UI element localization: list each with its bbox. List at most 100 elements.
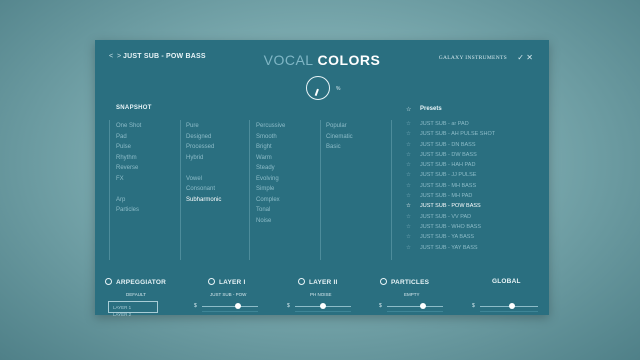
snapshot-knob[interactable] [306,76,330,100]
star-icon[interactable]: ☆ [406,201,420,211]
snapshot-tag-item[interactable]: Arp [116,195,141,206]
preset-list-item[interactable]: ☆ JUST SUB - WHO BASS [406,222,495,232]
snapshot-tag-item[interactable]: FX [116,174,141,185]
arp-layer1-button[interactable]: LAYER 1 [109,302,134,310]
snapshot-tag-item[interactable]: Percussive [256,121,285,132]
snapshot-tag-item[interactable]: Particles [116,205,141,216]
snapshot-tag-item[interactable]: Bright [256,142,285,153]
snapshot-tag-item[interactable]: Basic [326,142,353,153]
presets-list: ☆ JUST SUB - ar PAD ☆ JUST SUB - AH PULSE S… [406,119,495,253]
slider-thumb[interactable] [320,303,326,309]
layer1-section[interactable]: LAYER I [208,278,245,286]
star-icon[interactable]: ☆ [406,106,411,113]
snapshot-tag-item[interactable]: Processed [186,142,221,153]
preset-list-item[interactable]: ☆ JUST SUB - YAY BASS [406,243,495,253]
slider-underline [202,311,258,312]
snapshot-tag-item[interactable]: Pulse [116,142,141,153]
brand-logo: GALAXY INSTRUMENTS [438,55,507,61]
snapshot-tag-item[interactable]: Pure [186,121,221,132]
particles-preset[interactable]: EMPTY [404,292,420,297]
preset-label: JUST SUB - DN BASS [420,141,476,148]
preset-list-item[interactable]: ☆ JUST SUB - HAH PAD [406,160,495,170]
snapshot-tag-item[interactable]: Smooth [256,132,285,143]
snapshot-tag-item[interactable]: Noise [256,216,285,227]
layer2-label: LAYER II [309,279,338,286]
preset-list-item[interactable]: ☆ JUST SUB - AH PULSE SHOT [406,129,495,139]
particles-volume-slider[interactable]: $ [379,303,445,314]
check-icon[interactable]: ✓ [517,53,524,62]
star-icon[interactable]: ☆ [406,140,420,150]
snapshot-tag-item[interactable]: Cinematic [326,132,353,143]
global-section: GLOBAL [492,278,521,285]
arp-layer2-button[interactable]: LAYER 2 [109,310,134,317]
preset-list-item[interactable]: ☆ JUST SUB - VV PAD [406,212,495,222]
snapshot-tag-item[interactable]: Subharmonic [186,195,221,206]
power-icon[interactable] [380,278,387,285]
layer1-preset[interactable]: JUST SUB - POW [210,292,246,297]
preset-list-item[interactable]: ☆ JUST SUB - POW BASS [406,201,495,211]
preset-label: JUST SUB - POW BASS [420,203,481,210]
preset-list-item[interactable]: ☆ JUST SUB - DW BASS [406,150,495,160]
snapshot-tag-item[interactable]: Steady [256,163,285,174]
snapshot-tag-item[interactable]: Simple [256,184,285,195]
preset-label: JUST SUB - JJ PULSE [420,172,477,179]
snapshot-tag-item[interactable]: Vowel [186,174,221,185]
power-icon[interactable] [298,278,305,285]
global-volume-slider[interactable]: $ [472,303,540,314]
title-colors: COLORS [317,52,381,68]
layer2-volume-slider[interactable]: $ [287,303,353,314]
star-icon[interactable]: ☆ [406,222,420,232]
preset-label: JUST SUB - MH BASS [420,182,477,189]
preset-list-item[interactable]: ☆ JUST SUB - JJ PULSE [406,170,495,180]
star-icon[interactable]: ☆ [406,243,420,253]
star-icon[interactable]: ☆ [406,191,420,201]
preset-list-item[interactable]: ☆ JUST SUB - ar PAD [406,119,495,129]
divider [109,120,110,260]
knob-unit-label: % [336,86,341,92]
snapshot-tag-item[interactable]: Rhythm [116,153,141,164]
preset-list-item[interactable]: ☆ JUST SUB - YA BASS [406,232,495,242]
divider [391,120,392,260]
snapshot-tag-item[interactable]: Complex [256,195,285,206]
arp-layer-toggle[interactable]: LAYER 1LAYER 2 [108,301,158,317]
preset-list-item[interactable]: ☆ JUST SUB - MH BASS [406,181,495,191]
slider-thumb[interactable] [508,303,515,309]
star-icon[interactable]: ☆ [406,160,420,170]
snapshot-tag-item[interactable]: Popular [326,121,353,132]
particles-section[interactable]: PARTICLES [380,278,429,286]
layer2-section[interactable]: LAYER II [298,278,337,286]
title-vocal: VOCAL [263,52,314,68]
snapshot-tag-item[interactable]: Warm [256,153,285,164]
arpeggiator-section[interactable]: ARPEGGIATOR [105,278,166,286]
snapshot-column-category: Popular Cinematic Basic [326,121,353,153]
snapshot-tag-item[interactable]: Pad [116,132,141,143]
snapshot-tag-item[interactable]: Evolving [256,174,285,185]
star-icon[interactable]: ☆ [406,129,420,139]
slider-thumb[interactable] [235,303,242,309]
slider-track[interactable] [387,306,443,307]
slider-track[interactable] [202,306,258,307]
layer2-preset[interactable]: PH NOISE [310,292,332,297]
star-icon[interactable]: ☆ [406,212,420,222]
snapshot-tag-item[interactable]: Reverse [116,163,141,174]
power-icon[interactable] [105,278,112,285]
power-icon[interactable] [208,278,215,285]
layer1-volume-slider[interactable]: $ [194,303,260,314]
preset-list-item[interactable]: ☆ JUST SUB - MH PAD [406,191,495,201]
slider-thumb[interactable] [420,303,427,309]
star-icon[interactable]: ☆ [406,170,420,180]
star-icon[interactable]: ☆ [406,181,420,191]
snapshot-column-character: Percussive Smooth Bright Warm Steady Evolving… [256,121,285,226]
snapshot-title: SNAPSHOT [116,105,152,111]
close-icon[interactable]: ✕ [526,53,533,62]
preset-list-item[interactable]: ☆ JUST SUB - DN BASS [406,140,495,150]
snapshot-tag-item[interactable]: Designed [186,132,221,143]
snapshot-tag-item[interactable]: Hybrid [186,153,221,164]
snapshot-tag-item[interactable]: One Shot [116,121,141,132]
star-icon[interactable]: ☆ [406,150,420,160]
star-icon[interactable]: ☆ [406,119,420,129]
presets-title: Presets [420,106,442,112]
snapshot-tag-item[interactable]: Consonant [186,184,221,195]
snapshot-tag-item[interactable]: Tonal [256,205,285,216]
star-icon[interactable]: ☆ [406,232,420,242]
